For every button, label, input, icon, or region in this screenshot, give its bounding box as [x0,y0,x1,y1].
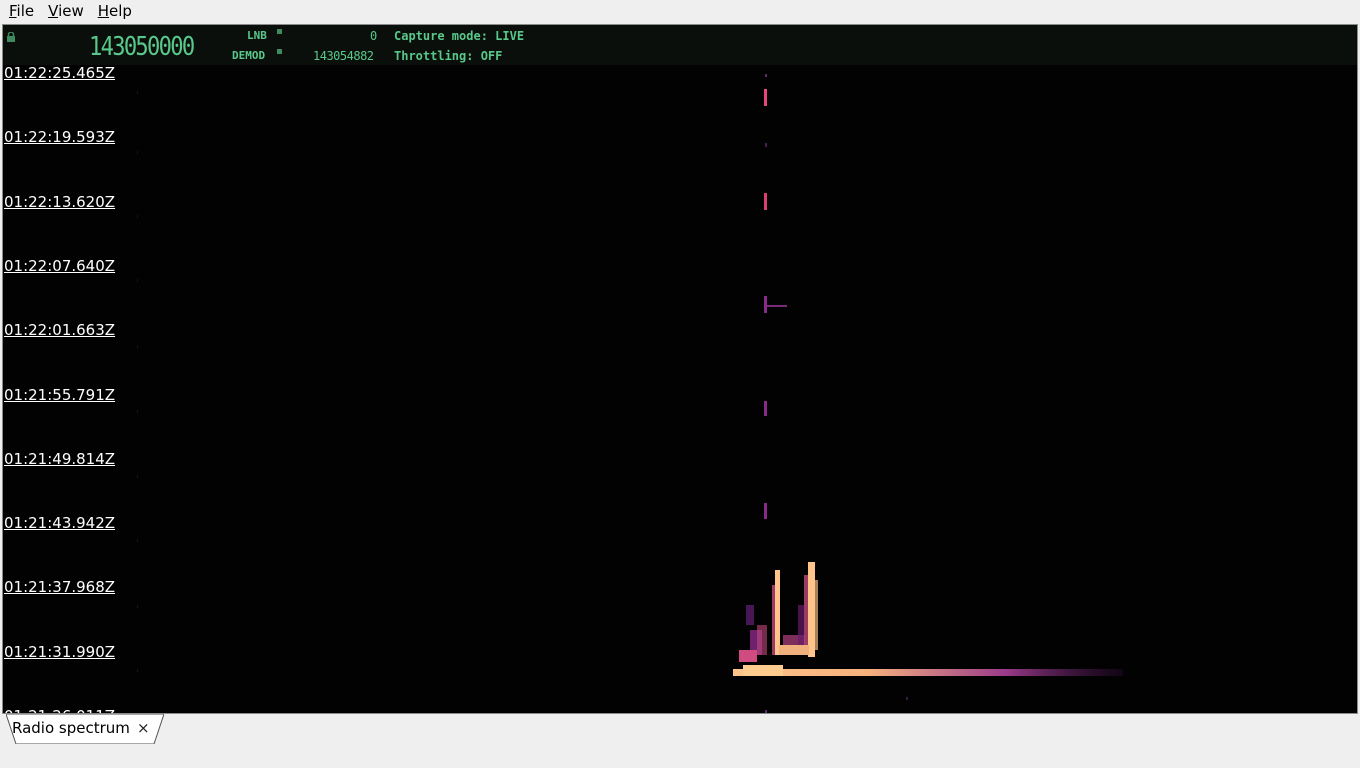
tab-bar: Radio spectrum × [0,714,1360,768]
throttling-status: Throttling: OFF [394,49,503,63]
menu-file[interactable]: File [0,0,39,22]
lnb-lock-icon[interactable] [277,29,282,34]
time-label: 01:22:01.663Z [4,321,116,340]
time-label: 01:22:13.620Z [4,192,116,211]
main-frequency-display[interactable]: 143050000 [89,32,195,62]
close-icon[interactable]: × [137,719,150,737]
signal-burst [739,562,818,662]
capture-mode-status: Capture mode: LIVE [394,29,525,43]
time-label: 01:21:55.791Z [4,385,116,404]
faint-noise-marks [137,91,138,672]
wideband-streak [733,669,1123,676]
demod-label: DEMOD [232,49,266,62]
carrier-blips [764,74,908,713]
menu-help[interactable]: Help [89,0,137,22]
lnb-label: LNB [247,29,267,42]
demod-lock-icon[interactable] [277,49,282,54]
menubar: File View Help [0,0,1360,22]
status-bar: 143050000 LNB 0 DEMOD 143054882 Capture … [3,25,1357,65]
time-label: 01:21:49.814Z [4,449,116,468]
time-label: 01:21:26.011Z [4,708,115,713]
waterfall-canvas[interactable] [3,65,1357,713]
menu-view[interactable]: View [39,0,89,22]
time-label: 01:21:31.990Z [4,642,116,661]
tab-radio-spectrum[interactable]: Radio spectrum × [6,714,164,744]
time-label: 01:22:19.593Z [4,128,116,147]
demod-frequency-display[interactable]: 143054882 [313,49,374,63]
time-label: 01:22:07.640Z [4,256,116,275]
time-label: 01:21:37.968Z [4,578,116,597]
padlock-icon [7,32,15,42]
time-label: 01:22:25.465Z [4,65,116,82]
waterfall-display[interactable]: 01:22:25.465Z 01:22:19.593Z 01:22:13.620Z 0… [3,65,1357,713]
spectrum-window: 143050000 LNB 0 DEMOD 143054882 Capture … [2,24,1358,714]
lnb-frequency-display[interactable]: 0 [370,29,377,43]
time-label: 01:21:43.942Z [4,514,116,533]
tab-label: Radio spectrum [12,719,130,737]
